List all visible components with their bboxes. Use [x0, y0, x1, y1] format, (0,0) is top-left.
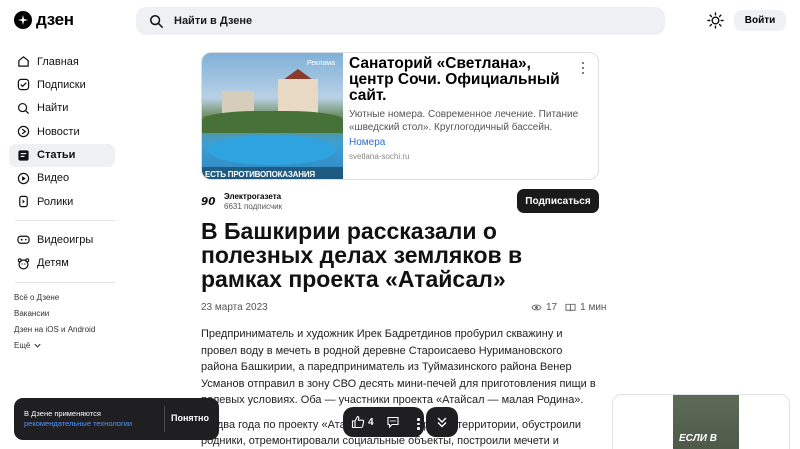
sidebar-item-video[interactable]: Видео [9, 167, 115, 190]
dzen-logo-icon [14, 11, 32, 29]
articles-icon [18, 149, 29, 161]
collapse-button[interactable] [426, 407, 458, 437]
more-options-icon[interactable] [578, 62, 588, 74]
sidebar-divider [15, 220, 115, 222]
gamepad-icon [17, 235, 30, 245]
login-button[interactable]: Войти [734, 10, 786, 31]
more-actions-icon[interactable] [417, 418, 420, 430]
cookie-banner: В Дзене применяются рекомендательные тех… [14, 398, 219, 440]
double-chevron-down-icon [437, 417, 447, 428]
footer-link-about[interactable]: Всё о Дзене [9, 290, 115, 306]
home-icon [18, 56, 29, 67]
sidebar-item-label: Ролики [37, 195, 74, 208]
sidebar-item-home[interactable]: Главная [9, 50, 115, 73]
header: дзен Войти [0, 0, 800, 42]
article-stats: 17 1 мин [531, 302, 606, 313]
kids-icon [17, 257, 30, 270]
sidebar-item-label: Детям [37, 257, 69, 270]
read-time: 1 мин [580, 302, 607, 313]
ad-banner[interactable]: Реклама ЕСТЬ ПРОТИВОПОКАЗАНИЯ Санаторий … [201, 52, 599, 180]
search-bar[interactable] [136, 7, 665, 35]
subscribe-button[interactable]: Подписаться [517, 189, 599, 213]
footer-link-apps[interactable]: Дзен на iOS и Android [9, 322, 115, 338]
ad-description: Уютные номера. Современное лечение. Пита… [349, 109, 579, 133]
footer-more-label: Ещё [14, 341, 31, 351]
ad-disclaimer: ЕСТЬ ПРОТИВОПОКАЗАНИЯ [202, 167, 343, 179]
ad-image-pool [208, 135, 336, 165]
ad-title[interactable]: Санаторий «Светлана», центр Сочи. Официа… [349, 56, 574, 104]
logo-text: дзен [36, 10, 74, 29]
logo[interactable]: дзен [14, 10, 74, 30]
article-action-bar: 4 [343, 407, 424, 437]
search-icon [17, 102, 30, 114]
ad-image-trees [202, 111, 343, 133]
shorts-icon [19, 196, 28, 208]
footer-link-more[interactable]: Ещё [9, 338, 115, 354]
article-paragraph: Предприниматель и художник Ирек Бадретди… [201, 328, 596, 406]
cookie-link[interactable]: рекомендательные технологии [24, 419, 132, 428]
svg-text:90: 90 [201, 196, 215, 208]
article-date: 23 марта 2023 [201, 302, 268, 313]
eye-icon [531, 304, 542, 311]
sidebar-item-shorts[interactable]: Ролики [9, 190, 115, 213]
thumbs-up-icon [351, 415, 365, 429]
search-input[interactable] [174, 15, 574, 27]
ad-link[interactable]: Номера [349, 137, 385, 148]
sidebar-item-label: Видео [37, 172, 70, 185]
channel-subscribers: 6631 подписчик [224, 202, 283, 211]
subscriptions-icon [17, 79, 30, 91]
chevron-down-icon [34, 344, 41, 348]
sidebar-item-label: Подписки [37, 78, 86, 91]
cookie-text-line: В Дзене применяются [24, 409, 101, 418]
cookie-accept-button[interactable]: Понятно [171, 413, 209, 423]
like-button[interactable]: 4 [343, 415, 374, 429]
like-count: 4 [368, 416, 374, 428]
comment-icon[interactable] [386, 415, 400, 429]
views-count: 17 [546, 302, 558, 313]
ad-image[interactable]: Реклама ЕСТЬ ПРОТИВОПОКАЗАНИЯ [202, 53, 343, 179]
sidebar-item-label: Статьи [37, 149, 76, 162]
cookie-divider [164, 406, 165, 432]
sidebar-item-label: Найти [37, 102, 69, 115]
sidebar-item-games[interactable]: Видеоигры [9, 228, 115, 251]
sidebar-divider [15, 281, 115, 283]
article-title: В Башкирии рассказали о полезных делах з… [201, 218, 523, 292]
news-icon [17, 125, 30, 138]
channel-avatar[interactable]: 90 [201, 192, 220, 209]
recommendation-image-text: ЕСЛИ В [679, 433, 717, 444]
channel-name[interactable]: Электрогазета [224, 192, 281, 201]
sidebar-item-label: Новости [37, 125, 80, 138]
sidebar-item-search[interactable]: Найти [9, 97, 115, 120]
ad-domain: svetlana-sochi.ru [349, 152, 410, 161]
footer-link-jobs[interactable]: Вакансии [9, 306, 115, 322]
ad-badge: Реклама [306, 60, 335, 67]
sidebar: Главная Подписки Найти Новости Статьи Ви… [9, 50, 115, 354]
sidebar-item-label: Главная [37, 55, 79, 68]
search-icon [149, 14, 163, 28]
sidebar-item-articles[interactable]: Статьи [9, 143, 115, 167]
sidebar-item-subscriptions[interactable]: Подписки [9, 73, 115, 96]
sidebar-item-kids[interactable]: Детям [9, 252, 115, 275]
video-icon [17, 172, 30, 185]
recommendation-image[interactable]: ЕСЛИ В [673, 395, 739, 449]
recommendation-card[interactable]: ЕСЛИ В [612, 394, 790, 449]
book-icon [565, 303, 576, 312]
sidebar-item-label: Видеоигры [37, 233, 94, 246]
cookie-text: В Дзене применяются рекомендательные тех… [24, 409, 132, 429]
sun-icon[interactable] [707, 12, 724, 29]
sidebar-item-news[interactable]: Новости [9, 120, 115, 143]
